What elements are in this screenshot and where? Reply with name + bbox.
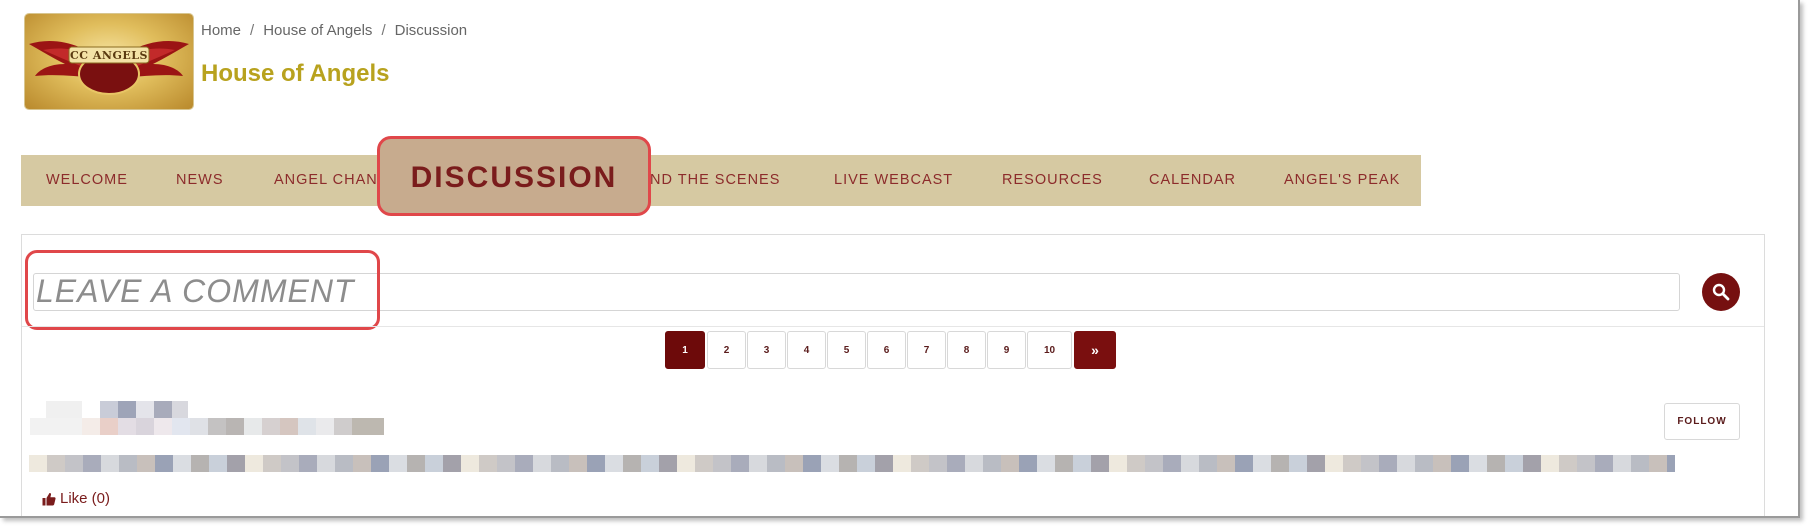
page-frame: CC ANGELS Home / House of Angels / Discu…	[0, 0, 1800, 518]
nav-item-welcome[interactable]: WELCOME	[46, 172, 128, 188]
page-1-button[interactable]: 1	[665, 331, 705, 369]
page-title: House of Angels	[201, 60, 390, 87]
like-label: Like (0)	[60, 490, 111, 507]
nav-item-calendar[interactable]: CALENDAR	[1149, 172, 1236, 188]
page-3-button[interactable]: 3	[747, 331, 786, 369]
logo-text: CC ANGELS	[70, 49, 148, 62]
nav-item-angel-channel[interactable]: ANGEL CHAN	[274, 172, 378, 188]
page-5-button[interactable]: 5	[827, 331, 866, 369]
breadcrumb: Home / House of Angels / Discussion	[201, 22, 467, 39]
breadcrumb-separator: /	[381, 22, 386, 39]
main-nav: WELCOME NEWS ANGEL CHAN IND THE SCENES L…	[21, 155, 1421, 206]
breadcrumb-discussion: Discussion	[394, 22, 468, 39]
page-6-button[interactable]: 6	[867, 331, 906, 369]
page-7-button[interactable]: 7	[907, 331, 946, 369]
follow-button[interactable]: FOLLOW	[1664, 403, 1740, 440]
site-logo[interactable]: CC ANGELS	[25, 14, 193, 109]
nav-item-angels-peak[interactable]: ANGEL'S PEAK	[1284, 172, 1400, 188]
nav-item-news[interactable]: NEWS	[176, 172, 224, 188]
nav-item-resources[interactable]: RESOURCES	[1002, 172, 1103, 188]
page-2-button[interactable]: 2	[707, 331, 746, 369]
page-8-button[interactable]: 8	[947, 331, 986, 369]
search-icon	[1712, 283, 1730, 301]
divider	[22, 326, 1764, 327]
nav-item-behind-the-scenes[interactable]: IND THE SCENES	[645, 172, 780, 188]
page-4-button[interactable]: 4	[787, 331, 826, 369]
comment-placeholder: LEAVE A COMMENT	[36, 273, 355, 309]
page-9-button[interactable]: 9	[987, 331, 1026, 369]
breadcrumb-house-of-angels[interactable]: House of Angels	[263, 22, 372, 39]
nav-item-live-webcast[interactable]: LIVE WEBCAST	[834, 172, 953, 188]
comment-input-highlight[interactable]: LEAVE A COMMENT	[25, 250, 380, 330]
post-content-redacted	[29, 455, 1675, 472]
breadcrumb-home[interactable]: Home	[201, 22, 241, 39]
thumbs-up-icon	[42, 492, 56, 505]
like-button[interactable]: Like (0)	[42, 490, 110, 507]
nav-item-discussion[interactable]: DISCUSSION	[377, 136, 651, 216]
page-10-button[interactable]: 10	[1027, 331, 1072, 369]
breadcrumb-separator: /	[250, 22, 255, 39]
next-page-button[interactable]: »	[1074, 331, 1116, 369]
search-button[interactable]	[1702, 273, 1740, 311]
nav-item-discussion-label: DISCUSSION	[410, 161, 618, 194]
